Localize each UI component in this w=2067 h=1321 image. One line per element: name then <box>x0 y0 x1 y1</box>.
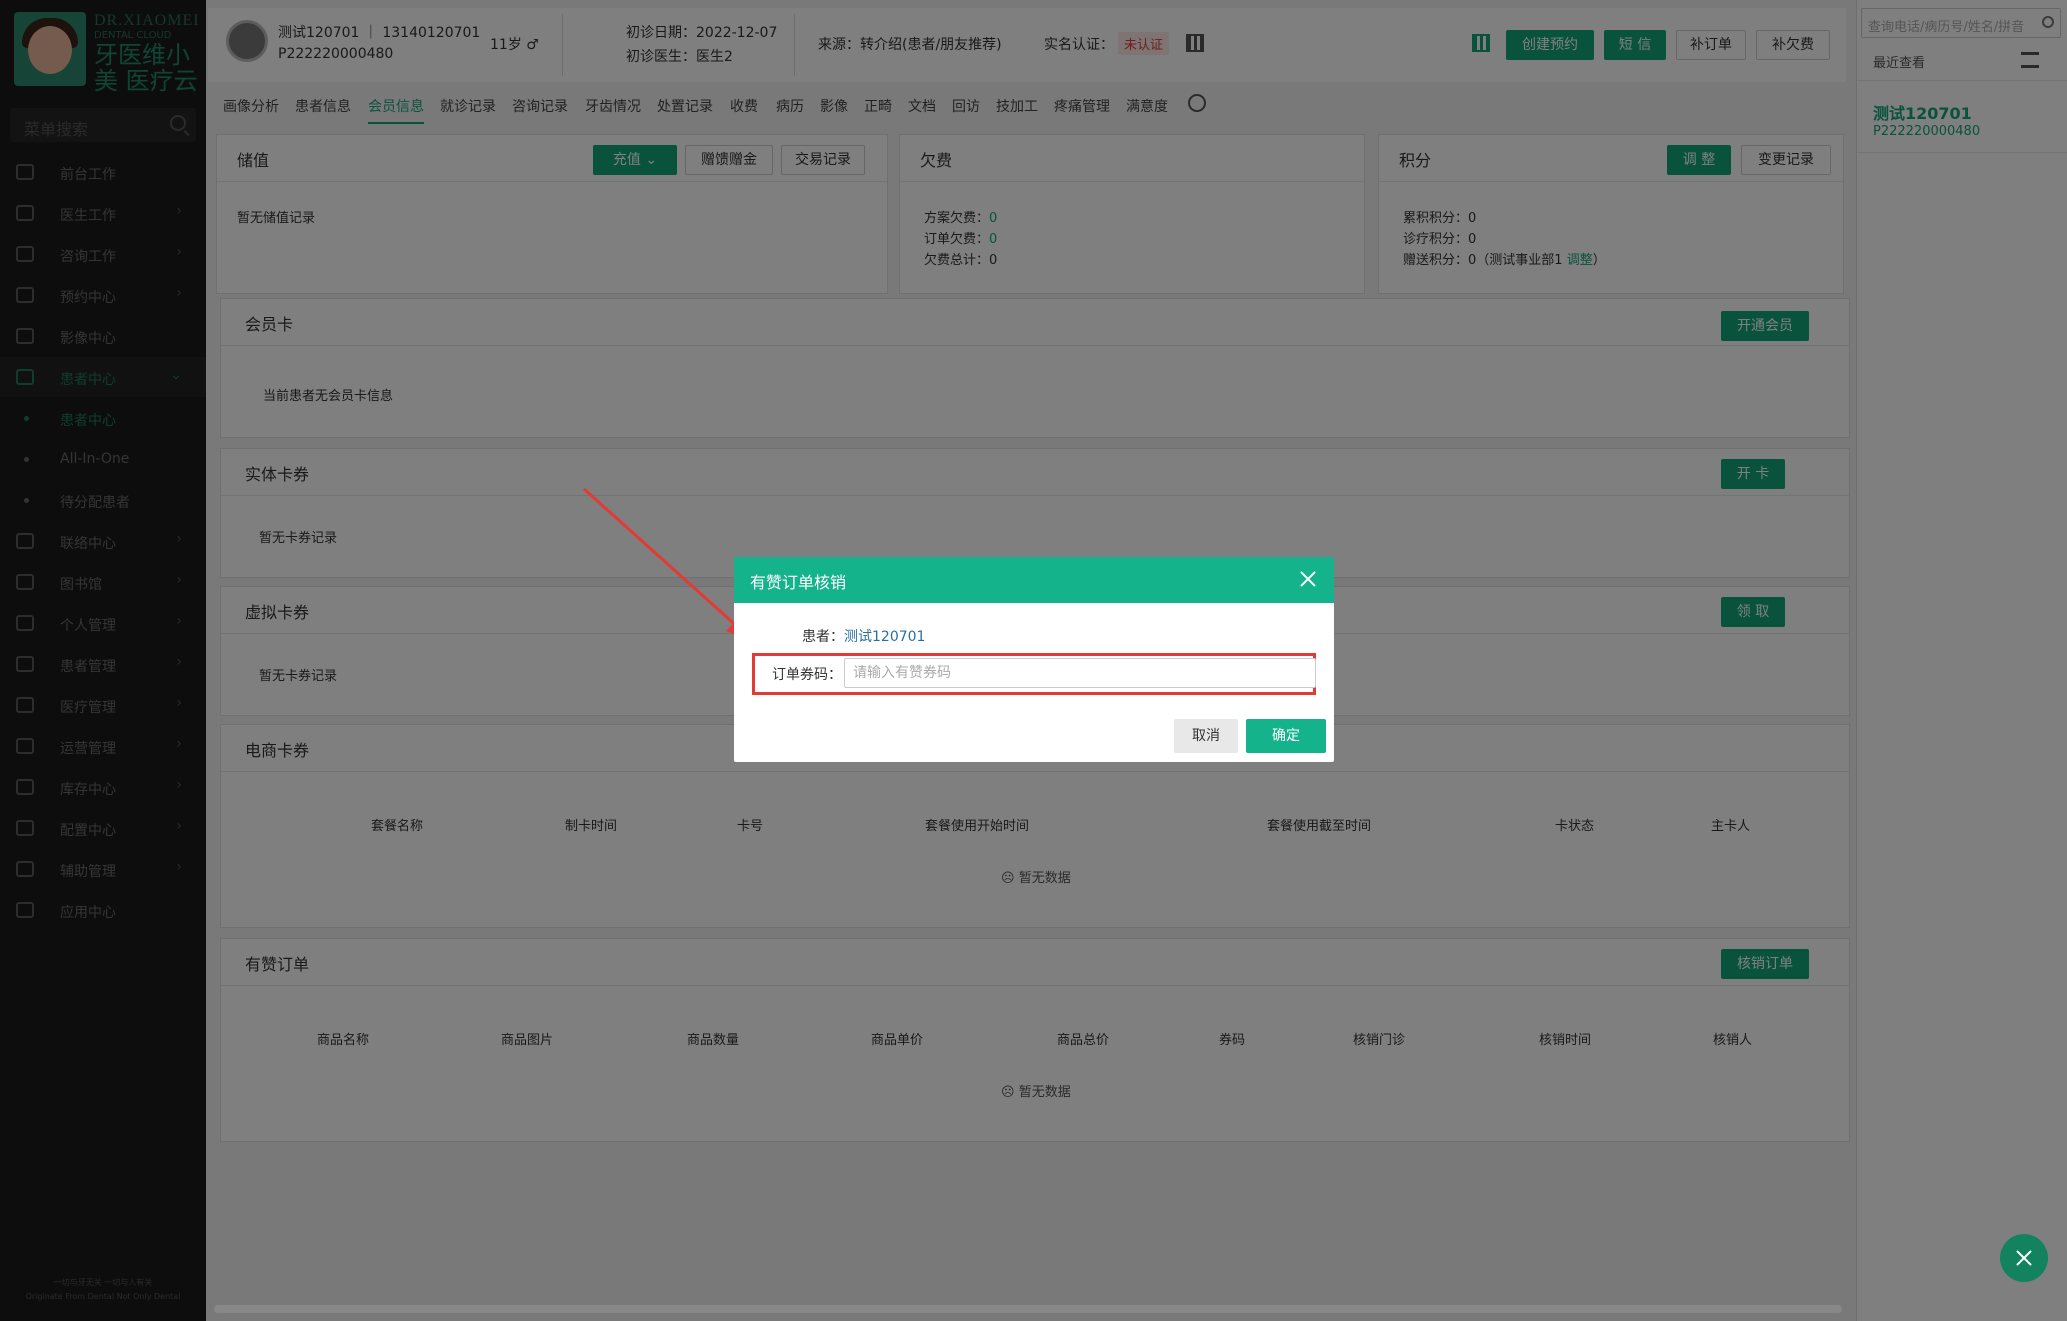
patient-label: 患者： <box>802 629 844 645</box>
close-floating-button[interactable] <box>2000 1234 2048 1282</box>
order-code-input[interactable] <box>844 658 1316 688</box>
confirm-button[interactable]: 确定 <box>1246 719 1326 753</box>
patient-value: 测试120701 <box>844 629 926 645</box>
order-code-label: 订单券码： <box>772 667 842 683</box>
horizontal-scrollbar[interactable] <box>214 1305 1842 1313</box>
close-icon[interactable] <box>1296 567 1320 591</box>
youzan-verify-dialog: 有赞订单核销 患者： 测试120701 订单券码： 取消 确定 <box>734 557 1334 762</box>
dialog-header: 有赞订单核销 <box>734 557 1334 603</box>
cancel-button[interactable]: 取消 <box>1174 719 1238 753</box>
dialog-title: 有赞订单核销 <box>750 573 847 592</box>
red-arrow-annotation <box>582 487 752 641</box>
